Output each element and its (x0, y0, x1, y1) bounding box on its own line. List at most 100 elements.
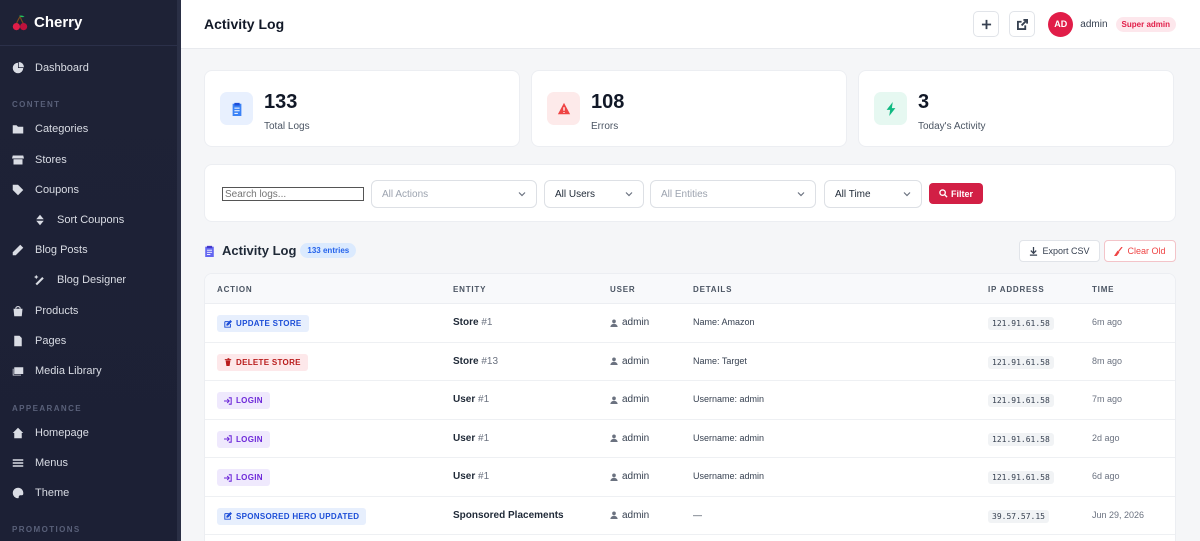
stat-label: Errors (591, 121, 619, 132)
search-input[interactable] (222, 187, 364, 201)
column-header[interactable]: ACTION (217, 285, 252, 294)
stat-icon-wrap (547, 92, 580, 125)
entity-name: User (453, 394, 476, 405)
entities-select[interactable]: All Entities (650, 180, 816, 208)
top-actions: AD admin Super admin (973, 11, 1176, 37)
sidebar-item-blog-designer[interactable]: Blog Designer (0, 265, 177, 295)
table-row[interactable]: LOGIN User #1 admin Username: admin 121.91.6… (205, 420, 1175, 458)
filter-button[interactable]: Filter (929, 183, 983, 204)
time-cell: 6d ago (1092, 471, 1120, 481)
home-icon (12, 427, 24, 439)
clear-label: Clear Old (1127, 246, 1166, 256)
entity-cell: User #1 (453, 471, 489, 482)
sidebar-item-sort-coupons[interactable]: Sort Coupons (0, 205, 177, 235)
action-badge: SPONSORED HERO UPDATED (217, 507, 367, 525)
column-header[interactable]: TIME (1092, 285, 1114, 294)
avatar[interactable]: AD (1048, 11, 1074, 37)
details-cell: Username: admin (693, 471, 765, 481)
entries-badge: 133 entries (300, 243, 357, 258)
sidebar-item-label: Sort Coupons (57, 214, 125, 226)
filter-button-label: Filter (950, 188, 973, 199)
stat-value: 3 (918, 91, 930, 113)
sign-in-icon (224, 435, 232, 443)
entity-name: Store (453, 317, 479, 328)
column-header[interactable]: IP ADDRESS (988, 285, 1044, 294)
store-icon (12, 155, 24, 165)
export-csv-button[interactable]: Export CSV (1019, 240, 1100, 262)
table-row[interactable]: DELETE STORE Store #13 admin Name: Target 12… (205, 343, 1175, 381)
user-icon (610, 319, 618, 327)
warning-icon (557, 102, 570, 114)
sidebar-item-blog-posts[interactable]: Blog Posts (0, 235, 177, 265)
stat-icon-wrap (220, 92, 253, 125)
sidebar-item-label: Theme (35, 487, 70, 499)
entity-cell: Store #13 (453, 356, 498, 367)
sidebar-item-label: Menus (35, 457, 69, 469)
user-label: admin (622, 394, 650, 405)
section-promotions: PROMOTIONS (12, 525, 81, 534)
user-label: admin (622, 471, 650, 482)
user-name[interactable]: admin (1080, 19, 1107, 30)
action-badge: DELETE STORE (217, 353, 308, 371)
sidebar-item-categories[interactable]: Categories (0, 114, 177, 144)
sidebar: Cherry Dashboard CONTENT Categories Stor… (0, 0, 181, 541)
sidebar-item-stores[interactable]: Stores (0, 145, 177, 175)
table-row[interactable]: LOGIN User #1 admin Username: admin 121.91.6… (205, 458, 1175, 497)
sidebar-item-coupons[interactable]: Coupons (0, 175, 177, 205)
entity-name: User (453, 471, 476, 482)
user-label: admin (622, 317, 650, 328)
time-cell: 8m ago (1092, 355, 1123, 366)
select-value: All Entities (661, 188, 708, 200)
download-icon (1030, 246, 1038, 256)
action-badge: UPDATE STORE (217, 315, 309, 332)
add-button[interactable] (973, 11, 1000, 37)
sign-in-icon (224, 473, 232, 482)
select-value: All Users (555, 188, 596, 200)
stat-card-total: 133 Total Logs (204, 70, 520, 147)
sidebar-item-menus[interactable]: Menus (0, 448, 177, 478)
table-row[interactable]: LOGIN User #1 admin Username: admin 121.91.6… (205, 381, 1175, 420)
view-site-button[interactable] (1009, 11, 1036, 37)
sidebar-item-products[interactable]: Products (0, 296, 177, 326)
file-icon (14, 335, 22, 347)
stat-icon-wrap (874, 92, 907, 125)
user-icon (610, 434, 618, 442)
sidebar-item-dashboard[interactable]: Dashboard (0, 53, 177, 83)
users-select[interactable]: All Users (544, 180, 644, 208)
action-label: SPONSORED HERO UPDATED (236, 511, 360, 521)
table-body: UPDATE STORE Store #1 admin Name: Amazon 121… (205, 304, 1175, 535)
cherry-logo-icon (12, 15, 28, 30)
time-cell: 7m ago (1092, 394, 1123, 404)
action-label: LOGIN (236, 434, 263, 444)
sidebar-item-label: Blog Posts (35, 244, 88, 256)
sidebar-item-theme[interactable]: Theme (0, 478, 177, 508)
actions-select[interactable]: All Actions (371, 180, 537, 208)
entity-name: User (453, 432, 476, 444)
sidebar-item-label: Coupons (35, 184, 80, 196)
table-row[interactable]: SPONSORED HERO UPDATED Sponsored Placemen… (205, 497, 1175, 535)
external-link-icon (1016, 18, 1028, 30)
column-header[interactable]: DETAILS (693, 285, 732, 294)
table-row[interactable]: UPDATE STORE Store #1 admin Name: Amazon 121… (205, 304, 1175, 343)
user-cell: admin (610, 510, 649, 521)
time-select[interactable]: All Time (824, 180, 922, 208)
section-content: CONTENT (12, 100, 61, 109)
role-badge: Super admin (1115, 16, 1176, 32)
user-cell: admin (610, 317, 649, 328)
entity-id: #13 (481, 355, 499, 367)
action-badge: LOGIN (217, 392, 270, 409)
brand[interactable]: Cherry (0, 0, 181, 46)
brand-name: Cherry (34, 14, 83, 31)
action-label: UPDATE STORE (236, 319, 302, 328)
sidebar-item-homepage[interactable]: Homepage (0, 418, 177, 448)
column-header[interactable]: ENTITY (453, 285, 486, 294)
log-title: Activity Log (222, 243, 297, 258)
clear-old-button[interactable]: Clear Old (1104, 240, 1176, 262)
details-cell: Username: admin (693, 394, 765, 404)
sidebar-item-label: Dashboard (35, 62, 89, 74)
stat-value: 133 (264, 91, 298, 113)
sidebar-item-media-library[interactable]: Media Library (0, 356, 177, 386)
sidebar-item-pages[interactable]: Pages (0, 326, 177, 356)
entity-id: #1 (478, 394, 490, 405)
column-header[interactable]: USER (610, 285, 635, 294)
